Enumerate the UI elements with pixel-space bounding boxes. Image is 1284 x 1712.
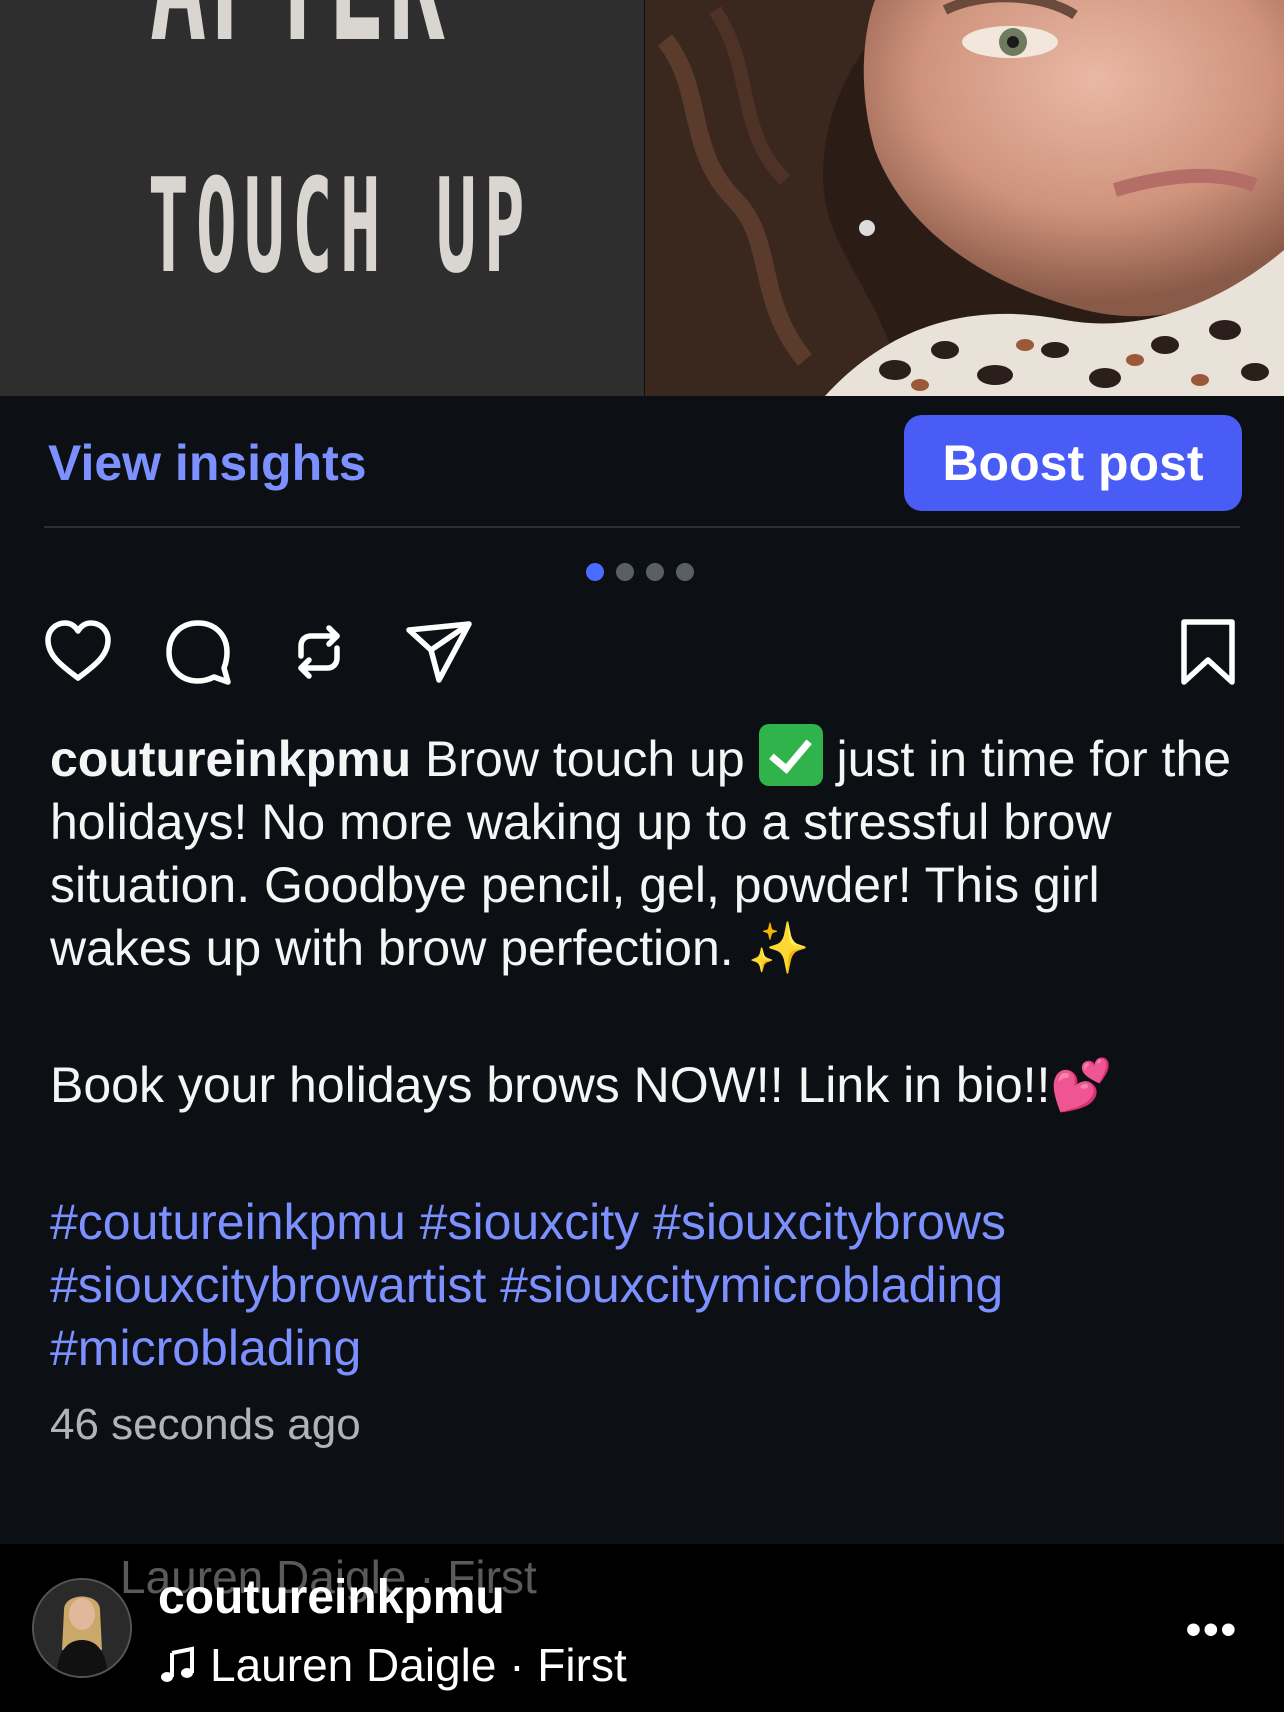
sparkles-emoji: ✨ bbox=[747, 920, 810, 976]
post-caption: coutureinkpmu Brow touch up just in time… bbox=[50, 724, 1250, 1380]
post-media[interactable]: AFTER TOUCH UP bbox=[0, 0, 1284, 396]
touch-up-heading: TOUCH UP bbox=[148, 150, 532, 302]
bookmark-icon[interactable] bbox=[1172, 616, 1244, 688]
hearts-emoji: 💕 bbox=[1050, 1057, 1113, 1113]
avatar-image bbox=[34, 1580, 130, 1676]
more-options-button[interactable]: ••• bbox=[1180, 1604, 1244, 1656]
caption-text-part1: Brow touch up bbox=[411, 731, 759, 787]
carousel-dot-active bbox=[586, 563, 604, 581]
carousel-dot bbox=[646, 563, 664, 581]
carousel-dot bbox=[676, 563, 694, 581]
view-insights-link[interactable]: View insights bbox=[48, 434, 367, 492]
face-photo bbox=[645, 0, 1284, 396]
book-text: Book your holidays brows NOW!! Link in b… bbox=[50, 1057, 1051, 1113]
audio-bar: Lauren Daigle · First coutureinkpmu Laur… bbox=[0, 1544, 1284, 1712]
caption-book-line: Book your holidays brows NOW!! Link in b… bbox=[50, 1054, 1250, 1117]
check-mark-emoji bbox=[758, 724, 823, 786]
post-action-icons bbox=[40, 616, 1240, 686]
share-icon[interactable] bbox=[403, 616, 475, 688]
caption-hashtags[interactable]: #coutureinkpmu #siouxcity #siouxcitybrow… bbox=[50, 1191, 1250, 1380]
audio-username[interactable]: coutureinkpmu bbox=[158, 1570, 505, 1625]
after-heading: AFTER bbox=[150, 0, 445, 80]
face-photo-illustration bbox=[645, 0, 1284, 396]
comment-icon[interactable] bbox=[162, 616, 234, 688]
repost-icon[interactable] bbox=[283, 616, 355, 688]
caption-main: coutureinkpmu Brow touch up just in time… bbox=[50, 724, 1250, 980]
audio-track-label: Lauren Daigle · First bbox=[210, 1639, 627, 1691]
heart-icon[interactable] bbox=[42, 616, 114, 688]
insights-row: View insights Boost post bbox=[44, 412, 1242, 512]
divider bbox=[44, 526, 1240, 528]
audio-track-row[interactable]: Lauren Daigle · First bbox=[158, 1638, 627, 1692]
boost-post-button[interactable]: Boost post bbox=[904, 415, 1242, 511]
post-timestamp: 46 seconds ago bbox=[50, 1400, 361, 1449]
caption-username[interactable]: coutureinkpmu bbox=[50, 731, 411, 787]
carousel-dot bbox=[616, 563, 634, 581]
avatar[interactable] bbox=[32, 1578, 132, 1678]
after-touchup-graphic: AFTER TOUCH UP bbox=[0, 0, 644, 396]
music-note-icon bbox=[161, 1646, 194, 1682]
carousel-indicator bbox=[586, 563, 694, 581]
